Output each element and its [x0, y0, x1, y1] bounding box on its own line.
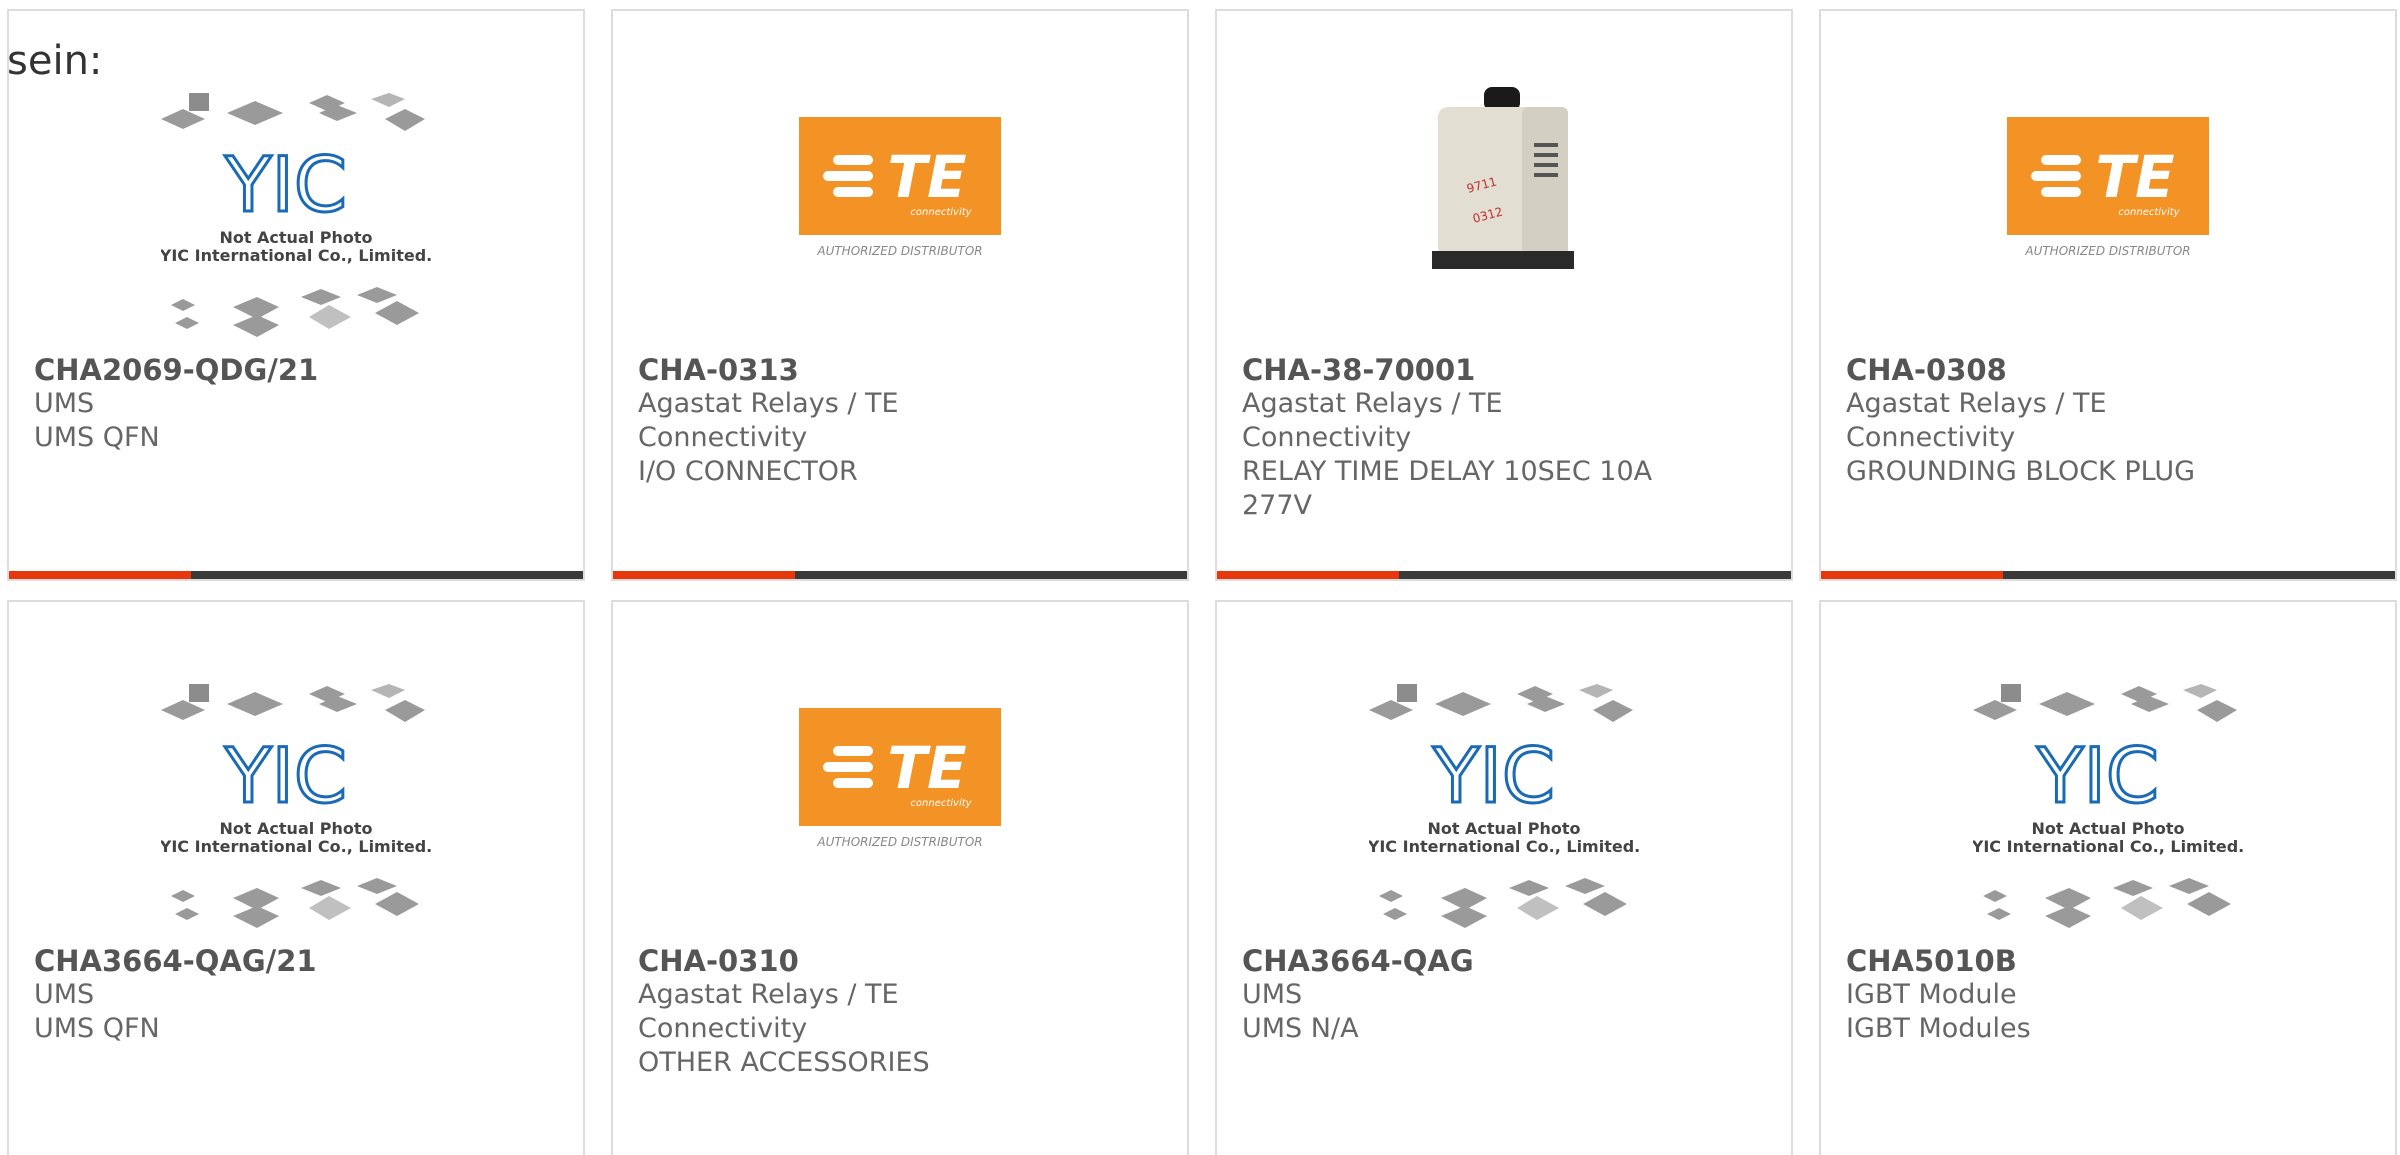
product-image[interactable]: YIC Not Actual Photo YIC International C…: [1217, 682, 1791, 942]
product-info: CHA2069-QDG/21 UMS UMS QFN: [34, 353, 454, 455]
product-image[interactable]: YIC Not Actual Photo YIC International C…: [9, 91, 583, 351]
manufacturer: Agastat Relays / TE Connectivity: [1242, 388, 1503, 453]
svg-text:AUTHORIZED DISTRIBUTOR: AUTHORIZED DISTRIBUTOR: [816, 244, 982, 258]
yic-placeholder-icon: YIC Not Actual Photo YIC International C…: [1973, 684, 2243, 928]
svg-text:Not Actual Photo: Not Actual Photo: [219, 228, 372, 247]
description: UMS N/A: [1242, 1013, 1359, 1044]
product-image[interactable]: TE connectivity AUTHORIZED DISTRIBUTOR: [613, 682, 1187, 942]
product-image[interactable]: TE connectivity AUTHORIZED DISTRIBUTOR: [1821, 91, 2395, 351]
description: OTHER ACCESSORIES: [638, 1047, 930, 1078]
svg-text:AUTHORIZED DISTRIBUTOR: AUTHORIZED DISTRIBUTOR: [2024, 244, 2190, 258]
product-info: CHA-0310 Agastat Relays / TE Connectivit…: [638, 944, 1058, 1080]
product-info: CHA-0308 Agastat Relays / TE Connectivit…: [1846, 353, 2266, 489]
part-number[interactable]: CHA3664-QAG: [1242, 944, 1662, 978]
svg-text:YIC: YIC: [1432, 731, 1555, 820]
svg-text:YIC International Co., Limited: YIC International Co., Limited.: [1369, 837, 1639, 856]
te-connectivity-logo-icon: TE connectivity AUTHORIZED DISTRIBUTOR: [799, 708, 1001, 849]
svg-text:YIC: YIC: [2036, 731, 2159, 820]
page: sein: YIC Not Actual Photo YIC Internati…: [0, 0, 2400, 1155]
product-image[interactable]: 9711 0312: [1217, 87, 1791, 351]
manufacturer: UMS: [34, 388, 95, 419]
svg-text:TE: TE: [887, 143, 966, 211]
description: IGBT Modules: [1846, 1013, 2031, 1044]
product-info: CHA-38-70001 Agastat Relays / TE Connect…: [1242, 353, 1662, 523]
product-card[interactable]: TE connectivity AUTHORIZED DISTRIBUTOR C…: [611, 9, 1189, 581]
product-card[interactable]: TE connectivity AUTHORIZED DISTRIBUTOR C…: [611, 600, 1189, 1155]
relay-photo-icon: 9711 0312: [1432, 87, 1574, 269]
product-card[interactable]: YIC Not Actual Photo YIC International C…: [7, 600, 585, 1155]
description: GROUNDING BLOCK PLUG: [1846, 456, 2196, 487]
svg-text:YIC International Co., Limited: YIC International Co., Limited.: [161, 246, 431, 265]
manufacturer: UMS: [1242, 979, 1303, 1010]
product-card[interactable]: 9711 0312 CHA-38-70001 Agastat Relays / …: [1215, 9, 1793, 581]
svg-text:YIC International Co., Limited: YIC International Co., Limited.: [161, 837, 431, 856]
product-image[interactable]: YIC Not Actual Photo YIC International C…: [1821, 682, 2395, 942]
part-number[interactable]: CHA5010B: [1846, 944, 2266, 978]
description: UMS QFN: [34, 422, 160, 453]
yic-placeholder-icon: YIC Not Actual Photo YIC International C…: [161, 684, 431, 928]
part-number[interactable]: CHA3664-QAG/21: [34, 944, 454, 978]
description: RELAY TIME DELAY 10SEC 10A 277V: [1242, 456, 1653, 521]
te-connectivity-logo-icon: TE connectivity AUTHORIZED DISTRIBUTOR: [799, 117, 1001, 258]
product-image[interactable]: YIC Not Actual Photo YIC International C…: [9, 682, 583, 942]
part-number[interactable]: CHA-0308: [1846, 353, 2266, 387]
svg-text:connectivity: connectivity: [910, 207, 972, 218]
part-number[interactable]: CHA2069-QDG/21: [34, 353, 454, 387]
description: UMS QFN: [34, 1013, 160, 1044]
product-info: CHA-0313 Agastat Relays / TE Connectivit…: [638, 353, 1058, 489]
intro-text: sein:: [7, 38, 103, 84]
product-card[interactable]: TE connectivity AUTHORIZED DISTRIBUTOR C…: [1819, 9, 2397, 581]
manufacturer: Agastat Relays / TE Connectivity: [638, 388, 899, 453]
part-number[interactable]: CHA-0313: [638, 353, 1058, 387]
manufacturer: IGBT Module: [1846, 979, 2017, 1010]
product-info: CHA5010B IGBT Module IGBT Modules: [1846, 944, 2266, 1046]
part-number[interactable]: CHA-38-70001: [1242, 353, 1662, 387]
product-image[interactable]: TE connectivity AUTHORIZED DISTRIBUTOR: [613, 91, 1187, 351]
manufacturer: Agastat Relays / TE Connectivity: [638, 979, 899, 1044]
te-connectivity-logo-icon: TE connectivity AUTHORIZED DISTRIBUTOR: [2007, 117, 2209, 258]
svg-text:TE: TE: [887, 734, 966, 802]
svg-text:YIC: YIC: [224, 731, 347, 820]
description: I/O CONNECTOR: [638, 456, 858, 487]
svg-text:connectivity: connectivity: [2118, 207, 2180, 218]
manufacturer: Agastat Relays / TE Connectivity: [1846, 388, 2107, 453]
yic-placeholder-icon: YIC Not Actual Photo YIC International C…: [1369, 684, 1639, 928]
svg-text:Not Actual Photo: Not Actual Photo: [219, 819, 372, 838]
svg-text:YIC International Co., Limited: YIC International Co., Limited.: [1973, 837, 2243, 856]
svg-text:Not Actual Photo: Not Actual Photo: [1427, 819, 1580, 838]
product-card[interactable]: YIC Not Actual Photo YIC International C…: [1819, 600, 2397, 1155]
part-number[interactable]: CHA-0310: [638, 944, 1058, 978]
card-accent-bar: [9, 571, 583, 579]
svg-text:TE: TE: [2095, 143, 2174, 211]
card-accent-bar: [1821, 571, 2395, 579]
product-card[interactable]: YIC Not Actual Photo YIC International C…: [1215, 600, 1793, 1155]
svg-text:Not Actual Photo: Not Actual Photo: [2031, 819, 2184, 838]
card-accent-bar: [1217, 571, 1791, 579]
svg-text:connectivity: connectivity: [910, 798, 972, 809]
product-info: CHA3664-QAG/21 UMS UMS QFN: [34, 944, 454, 1046]
svg-text:AUTHORIZED DISTRIBUTOR: AUTHORIZED DISTRIBUTOR: [816, 835, 982, 849]
product-info: CHA3664-QAG UMS UMS N/A: [1242, 944, 1662, 1046]
card-accent-bar: [613, 571, 1187, 579]
product-card[interactable]: YIC Not Actual Photo YIC International C…: [7, 9, 585, 581]
svg-text:YIC: YIC: [224, 140, 347, 229]
yic-placeholder-icon: YIC Not Actual Photo YIC International C…: [161, 93, 431, 337]
manufacturer: UMS: [34, 979, 95, 1010]
